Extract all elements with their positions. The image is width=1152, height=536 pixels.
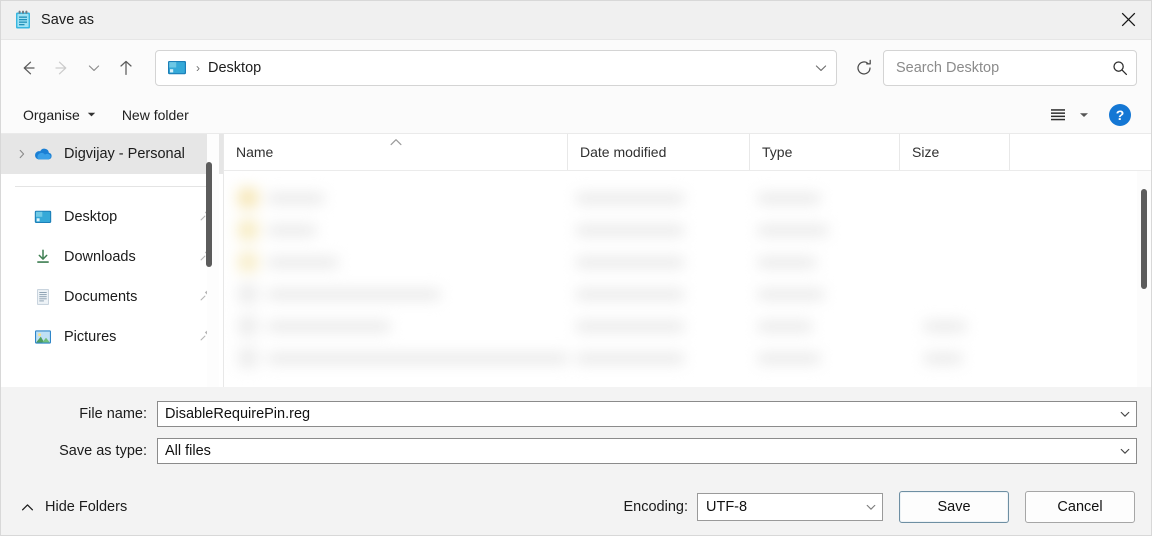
column-header-label: Date modified <box>580 144 667 160</box>
save-button[interactable]: Save <box>899 491 1009 523</box>
new-folder-label: New folder <box>121 106 189 123</box>
arrow-left-icon <box>23 61 35 75</box>
sidebar-scrollbar-thumb[interactable] <box>206 162 212 267</box>
desktop-icon <box>33 207 53 227</box>
forward-button[interactable] <box>45 52 79 84</box>
search-box[interactable]: Search Desktop <box>883 50 1137 86</box>
search-icon[interactable] <box>1104 51 1136 85</box>
back-button[interactable] <box>11 52 45 84</box>
file-list-scrollbar-thumb[interactable] <box>1141 189 1147 289</box>
documents-icon <box>33 287 53 307</box>
column-header-label: Type <box>762 144 793 160</box>
help-label: ? <box>1115 106 1125 123</box>
file-name-field[interactable]: DisableRequirePin.reg <box>157 401 1137 427</box>
dialog-footer: Hide Folders Encoding: UTF-8 Save Cancel <box>1 479 1151 535</box>
column-header-size[interactable]: Size <box>900 134 1010 170</box>
file-list-blurred-content <box>224 171 1151 387</box>
file-list-pane: Name Date modified Type Size <box>223 134 1151 387</box>
refresh-icon[interactable] <box>845 51 883 85</box>
save-as-type-label: Save as type: <box>59 443 147 459</box>
arrow-up-icon <box>120 60 132 76</box>
save-as-type-chevron-down-icon[interactable] <box>1114 439 1136 463</box>
column-header-blank <box>1010 134 1151 170</box>
save-as-type-value[interactable]: All files <box>165 443 1114 459</box>
chevron-right-icon[interactable] <box>13 149 31 159</box>
sidebar-item-desktop[interactable]: Desktop <box>1 197 223 237</box>
hide-folders-button[interactable]: Hide Folders <box>15 495 133 519</box>
encoding-select[interactable]: UTF-8 <box>697 493 883 521</box>
file-list[interactable] <box>224 171 1151 387</box>
downloads-icon <box>33 247 53 267</box>
file-name-row: File name: DisableRequirePin.reg <box>15 399 1137 429</box>
desktop-folder-icon <box>167 60 187 76</box>
column-headers: Name Date modified Type Size <box>224 134 1151 171</box>
sidebar-item-pictures[interactable]: Pictures <box>1 317 223 357</box>
organise-button[interactable]: Organise <box>17 101 102 129</box>
encoding-chevron-down-icon[interactable] <box>860 495 882 519</box>
sidebar-item-label: Pictures <box>64 329 117 345</box>
sidebar-item-onedrive[interactable]: Digvijay - Personal <box>1 134 223 174</box>
navigation-sidebar: Digvijay - Personal Desktop Downloads Do… <box>1 134 223 387</box>
file-name-label: File name: <box>79 406 147 422</box>
dialog-content: Digvijay - Personal Desktop Downloads Do… <box>1 134 1151 387</box>
up-button[interactable] <box>109 52 143 84</box>
column-header-label: Size <box>912 144 940 160</box>
notepad-document-icon <box>14 10 32 30</box>
title-bar: Save as <box>1 1 1151 40</box>
chevron-down-icon <box>88 65 100 71</box>
encoding-label: Encoding: <box>623 499 689 515</box>
sidebar-item-label: Desktop <box>64 209 118 225</box>
sidebar-divider <box>15 186 209 187</box>
caret-up-icon <box>389 133 402 149</box>
address-dropdown-chevron-down-icon[interactable] <box>806 51 836 85</box>
onedrive-cloud-icon <box>33 144 53 164</box>
save-as-dialog: Save as › Desktop Search Desktop Organis… <box>0 0 1152 536</box>
help-circle-icon[interactable]: ? <box>1109 103 1131 126</box>
command-bar: Organise New folder ? <box>1 96 1151 134</box>
sidebar-item-label: Downloads <box>64 249 136 265</box>
encoding-value[interactable]: UTF-8 <box>706 499 860 515</box>
recent-locations-button[interactable] <box>79 52 109 84</box>
breadcrumb-desktop[interactable]: Desktop <box>208 60 261 76</box>
view-options-chevron-down-icon[interactable] <box>1073 101 1095 129</box>
sidebar-item-label: Documents <box>64 289 138 305</box>
arrow-right-icon <box>55 61 67 75</box>
sidebar-scrollbar-track[interactable] <box>206 134 219 387</box>
organise-label: Organise <box>23 106 80 123</box>
chevron-up-icon <box>21 503 34 512</box>
file-name-input[interactable]: DisableRequirePin.reg <box>165 406 1114 422</box>
column-header-date-modified[interactable]: Date modified <box>568 134 750 170</box>
sidebar-item-downloads[interactable]: Downloads <box>1 237 223 277</box>
save-as-type-row: Save as type: All files <box>15 436 1137 466</box>
pictures-icon <box>33 327 53 347</box>
save-as-type-select[interactable]: All files <box>157 438 1137 464</box>
form-area: File name: DisableRequirePin.reg Save as… <box>1 387 1151 479</box>
close-icon[interactable] <box>1105 1 1151 38</box>
cancel-button[interactable]: Cancel <box>1025 491 1135 523</box>
view-list-icon[interactable] <box>1043 101 1073 129</box>
file-name-chevron-down-icon[interactable] <box>1114 402 1136 426</box>
hide-folders-label: Hide Folders <box>45 499 128 515</box>
file-list-scrollbar-track[interactable] <box>1137 171 1151 387</box>
navigation-bar: › Desktop Search Desktop <box>1 40 1151 96</box>
new-folder-button[interactable]: New folder <box>116 101 195 129</box>
breadcrumb-separator: › <box>196 61 200 75</box>
column-header-type[interactable]: Type <box>750 134 900 170</box>
search-input[interactable]: Search Desktop <box>896 60 1104 76</box>
caret-down-icon <box>87 110 96 119</box>
column-header-name[interactable]: Name <box>224 134 568 170</box>
sidebar-item-label: Digvijay - Personal <box>64 146 185 162</box>
address-bar[interactable]: › Desktop <box>155 50 837 86</box>
window-title: Save as <box>41 12 95 28</box>
sidebar-item-documents[interactable]: Documents <box>1 277 223 317</box>
column-header-label: Name <box>236 144 274 160</box>
